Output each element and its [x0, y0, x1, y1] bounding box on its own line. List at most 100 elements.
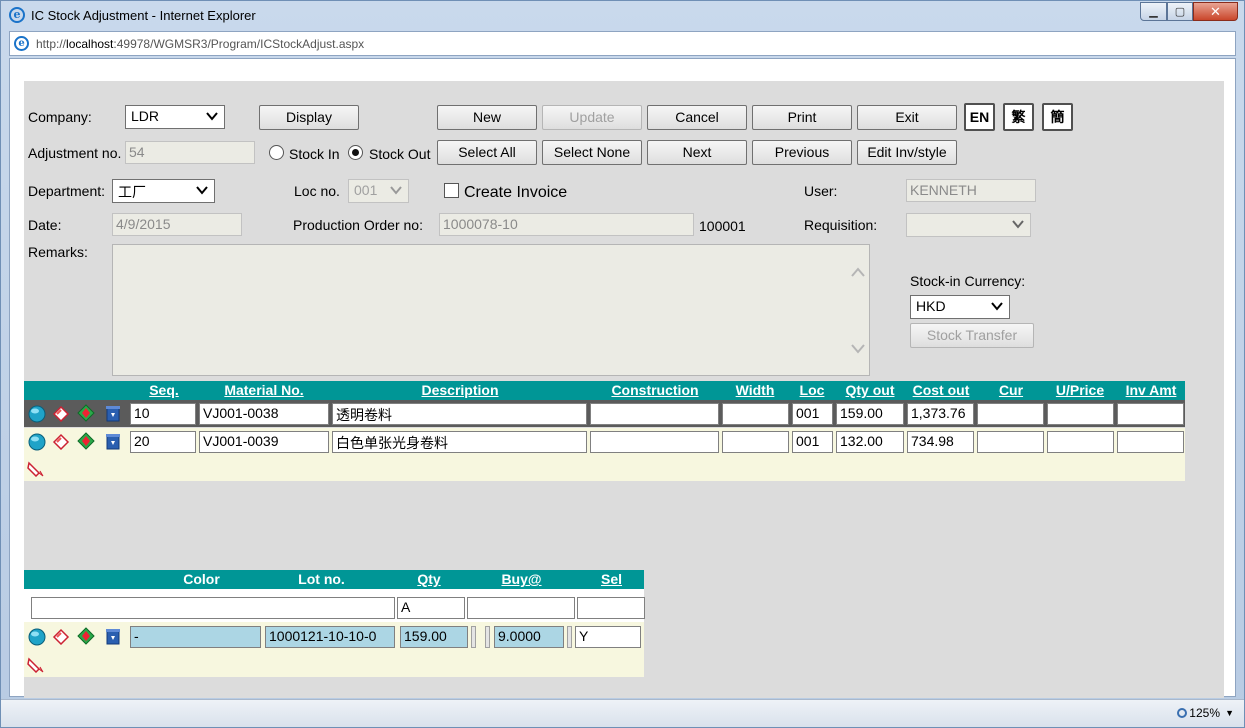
resize-grip[interactable]	[567, 626, 572, 648]
col-qty-header[interactable]: Qty	[399, 571, 459, 587]
col-cur-header[interactable]: Cur	[978, 382, 1044, 398]
requisition-select[interactable]	[906, 213, 1031, 237]
eraser-icon[interactable]	[52, 627, 70, 645]
pencil-add-icon[interactable]	[27, 459, 45, 477]
construction-cell[interactable]	[590, 403, 719, 425]
material-cell[interactable]: VJ001-0039	[199, 431, 329, 453]
stock-in-radio[interactable]	[269, 145, 284, 160]
col-construction-header[interactable]: Construction	[590, 382, 720, 398]
globe-icon[interactable]	[28, 405, 46, 423]
lang-traditional-button[interactable]: 繁	[1003, 103, 1034, 131]
exit-button[interactable]: Exit	[857, 105, 957, 130]
display-button[interactable]: Display	[259, 105, 359, 130]
globe-icon[interactable]	[28, 628, 46, 646]
eraser-icon[interactable]	[52, 404, 70, 422]
select-none-button[interactable]: Select None	[542, 140, 642, 165]
production-order-field[interactable]: 1000078-10	[439, 213, 694, 236]
table-row[interactable]: 10 VJ001-0038 透明卷料 001 159.00 1,373.76	[24, 400, 1185, 427]
diamond-arrows-icon[interactable]	[77, 404, 95, 422]
stock-out-radio[interactable]	[348, 145, 363, 160]
cur-cell[interactable]	[977, 403, 1044, 425]
table-row[interactable]: - 1000121-10-10-0 159.00 9.0000 Y	[24, 622, 644, 652]
material-cell[interactable]: VJ001-0038	[199, 403, 329, 425]
cancel-button[interactable]: Cancel	[647, 105, 747, 130]
zoom-dropdown-icon[interactable]: ▼	[1225, 708, 1234, 718]
buy-cell[interactable]: 9.0000	[494, 626, 564, 648]
description-cell[interactable]: 透明卷料	[332, 403, 587, 425]
minimize-button[interactable]: ▁	[1140, 2, 1167, 21]
col-inv-amt-header[interactable]: Inv Amt	[1118, 382, 1184, 398]
col-sel-header[interactable]: Sel	[579, 571, 644, 587]
lot-cell[interactable]: 1000121-10-10-0	[265, 626, 395, 648]
scroll-down-icon[interactable]	[851, 343, 865, 355]
resize-grip[interactable]	[471, 626, 476, 648]
qty-out-cell[interactable]: 159.00	[836, 403, 904, 425]
print-button[interactable]: Print	[752, 105, 852, 130]
uprice-cell[interactable]	[1047, 403, 1114, 425]
loc-cell[interactable]: 001	[792, 431, 833, 453]
lang-simplified-button[interactable]: 簡	[1042, 103, 1073, 131]
user-field[interactable]: KENNETH	[906, 179, 1036, 202]
lang-en-button[interactable]: EN	[964, 103, 995, 131]
construction-cell[interactable]	[590, 431, 719, 453]
qty-out-cell[interactable]: 132.00	[836, 431, 904, 453]
col-uprice-header[interactable]: U/Price	[1046, 382, 1114, 398]
recycle-bin-icon[interactable]	[104, 432, 122, 450]
eraser-icon[interactable]	[52, 432, 70, 450]
col-material-header[interactable]: Material No.	[200, 382, 328, 398]
sel-filter-field[interactable]	[577, 597, 645, 619]
qty-filter-field[interactable]: A	[397, 597, 465, 619]
resize-grip[interactable]	[485, 626, 490, 648]
stock-transfer-button[interactable]: Stock Transfer	[910, 323, 1034, 348]
diamond-arrows-icon[interactable]	[77, 627, 95, 645]
loc-no-select[interactable]: 001	[348, 179, 409, 203]
col-loc-header[interactable]: Loc	[792, 382, 832, 398]
loc-cell[interactable]: 001	[792, 403, 833, 425]
date-field[interactable]: 4/9/2015	[112, 213, 242, 236]
qty-cell[interactable]: 159.00	[400, 626, 468, 648]
cost-out-cell[interactable]: 1,373.76	[907, 403, 974, 425]
previous-button[interactable]: Previous	[752, 140, 852, 165]
color-cell[interactable]: -	[130, 626, 261, 648]
zoom-control[interactable]: 125%	[1177, 706, 1220, 720]
inv-amt-cell[interactable]	[1117, 403, 1184, 425]
update-button[interactable]: Update	[542, 105, 642, 130]
diamond-arrows-icon[interactable]	[77, 432, 95, 450]
col-width-header[interactable]: Width	[722, 382, 788, 398]
maximize-button[interactable]: ▢	[1167, 2, 1193, 21]
color-filter-field[interactable]	[31, 597, 395, 619]
create-invoice-checkbox[interactable]	[444, 183, 459, 198]
inv-amt-cell[interactable]	[1117, 431, 1184, 453]
col-buy-header[interactable]: Buy@	[484, 571, 559, 587]
col-seq-header[interactable]: Seq.	[130, 382, 198, 398]
adjustment-no-field[interactable]: 54	[125, 141, 255, 164]
sel-cell[interactable]: Y	[575, 626, 641, 648]
scroll-up-icon[interactable]	[851, 266, 865, 278]
recycle-bin-icon[interactable]	[104, 627, 122, 645]
description-cell[interactable]: 白色单张光身卷料	[332, 431, 587, 453]
currency-select[interactable]: HKD	[910, 295, 1010, 319]
col-description-header[interactable]: Description	[332, 382, 588, 398]
cur-cell[interactable]	[977, 431, 1044, 453]
pencil-add-icon[interactable]	[27, 655, 45, 673]
buy-filter-field[interactable]	[467, 597, 575, 619]
width-cell[interactable]	[722, 403, 789, 425]
next-button[interactable]: Next	[647, 140, 747, 165]
edit-inv-style-button[interactable]: Edit Inv/style	[857, 140, 957, 165]
width-cell[interactable]	[722, 431, 789, 453]
globe-icon[interactable]	[28, 433, 46, 451]
uprice-cell[interactable]	[1047, 431, 1114, 453]
table-row[interactable]: 20 VJ001-0039 白色单张光身卷料 001 132.00 734.98	[24, 428, 1185, 455]
new-button[interactable]: New	[437, 105, 537, 130]
company-select[interactable]: LDR	[125, 105, 225, 129]
col-qty-out-header[interactable]: Qty out	[836, 382, 904, 398]
seq-cell[interactable]: 10	[130, 403, 196, 425]
department-select[interactable]: 工厂	[112, 179, 215, 203]
address-bar[interactable]: e http://localhost:49978/WGMSR3/Program/…	[9, 31, 1236, 56]
url-text[interactable]: http://localhost:49978/WGMSR3/Program/IC…	[36, 37, 364, 51]
close-button[interactable]: ✕	[1193, 2, 1238, 21]
col-cost-out-header[interactable]: Cost out	[908, 382, 974, 398]
remarks-textarea[interactable]	[112, 244, 870, 376]
seq-cell[interactable]: 20	[130, 431, 196, 453]
select-all-button[interactable]: Select All	[437, 140, 537, 165]
